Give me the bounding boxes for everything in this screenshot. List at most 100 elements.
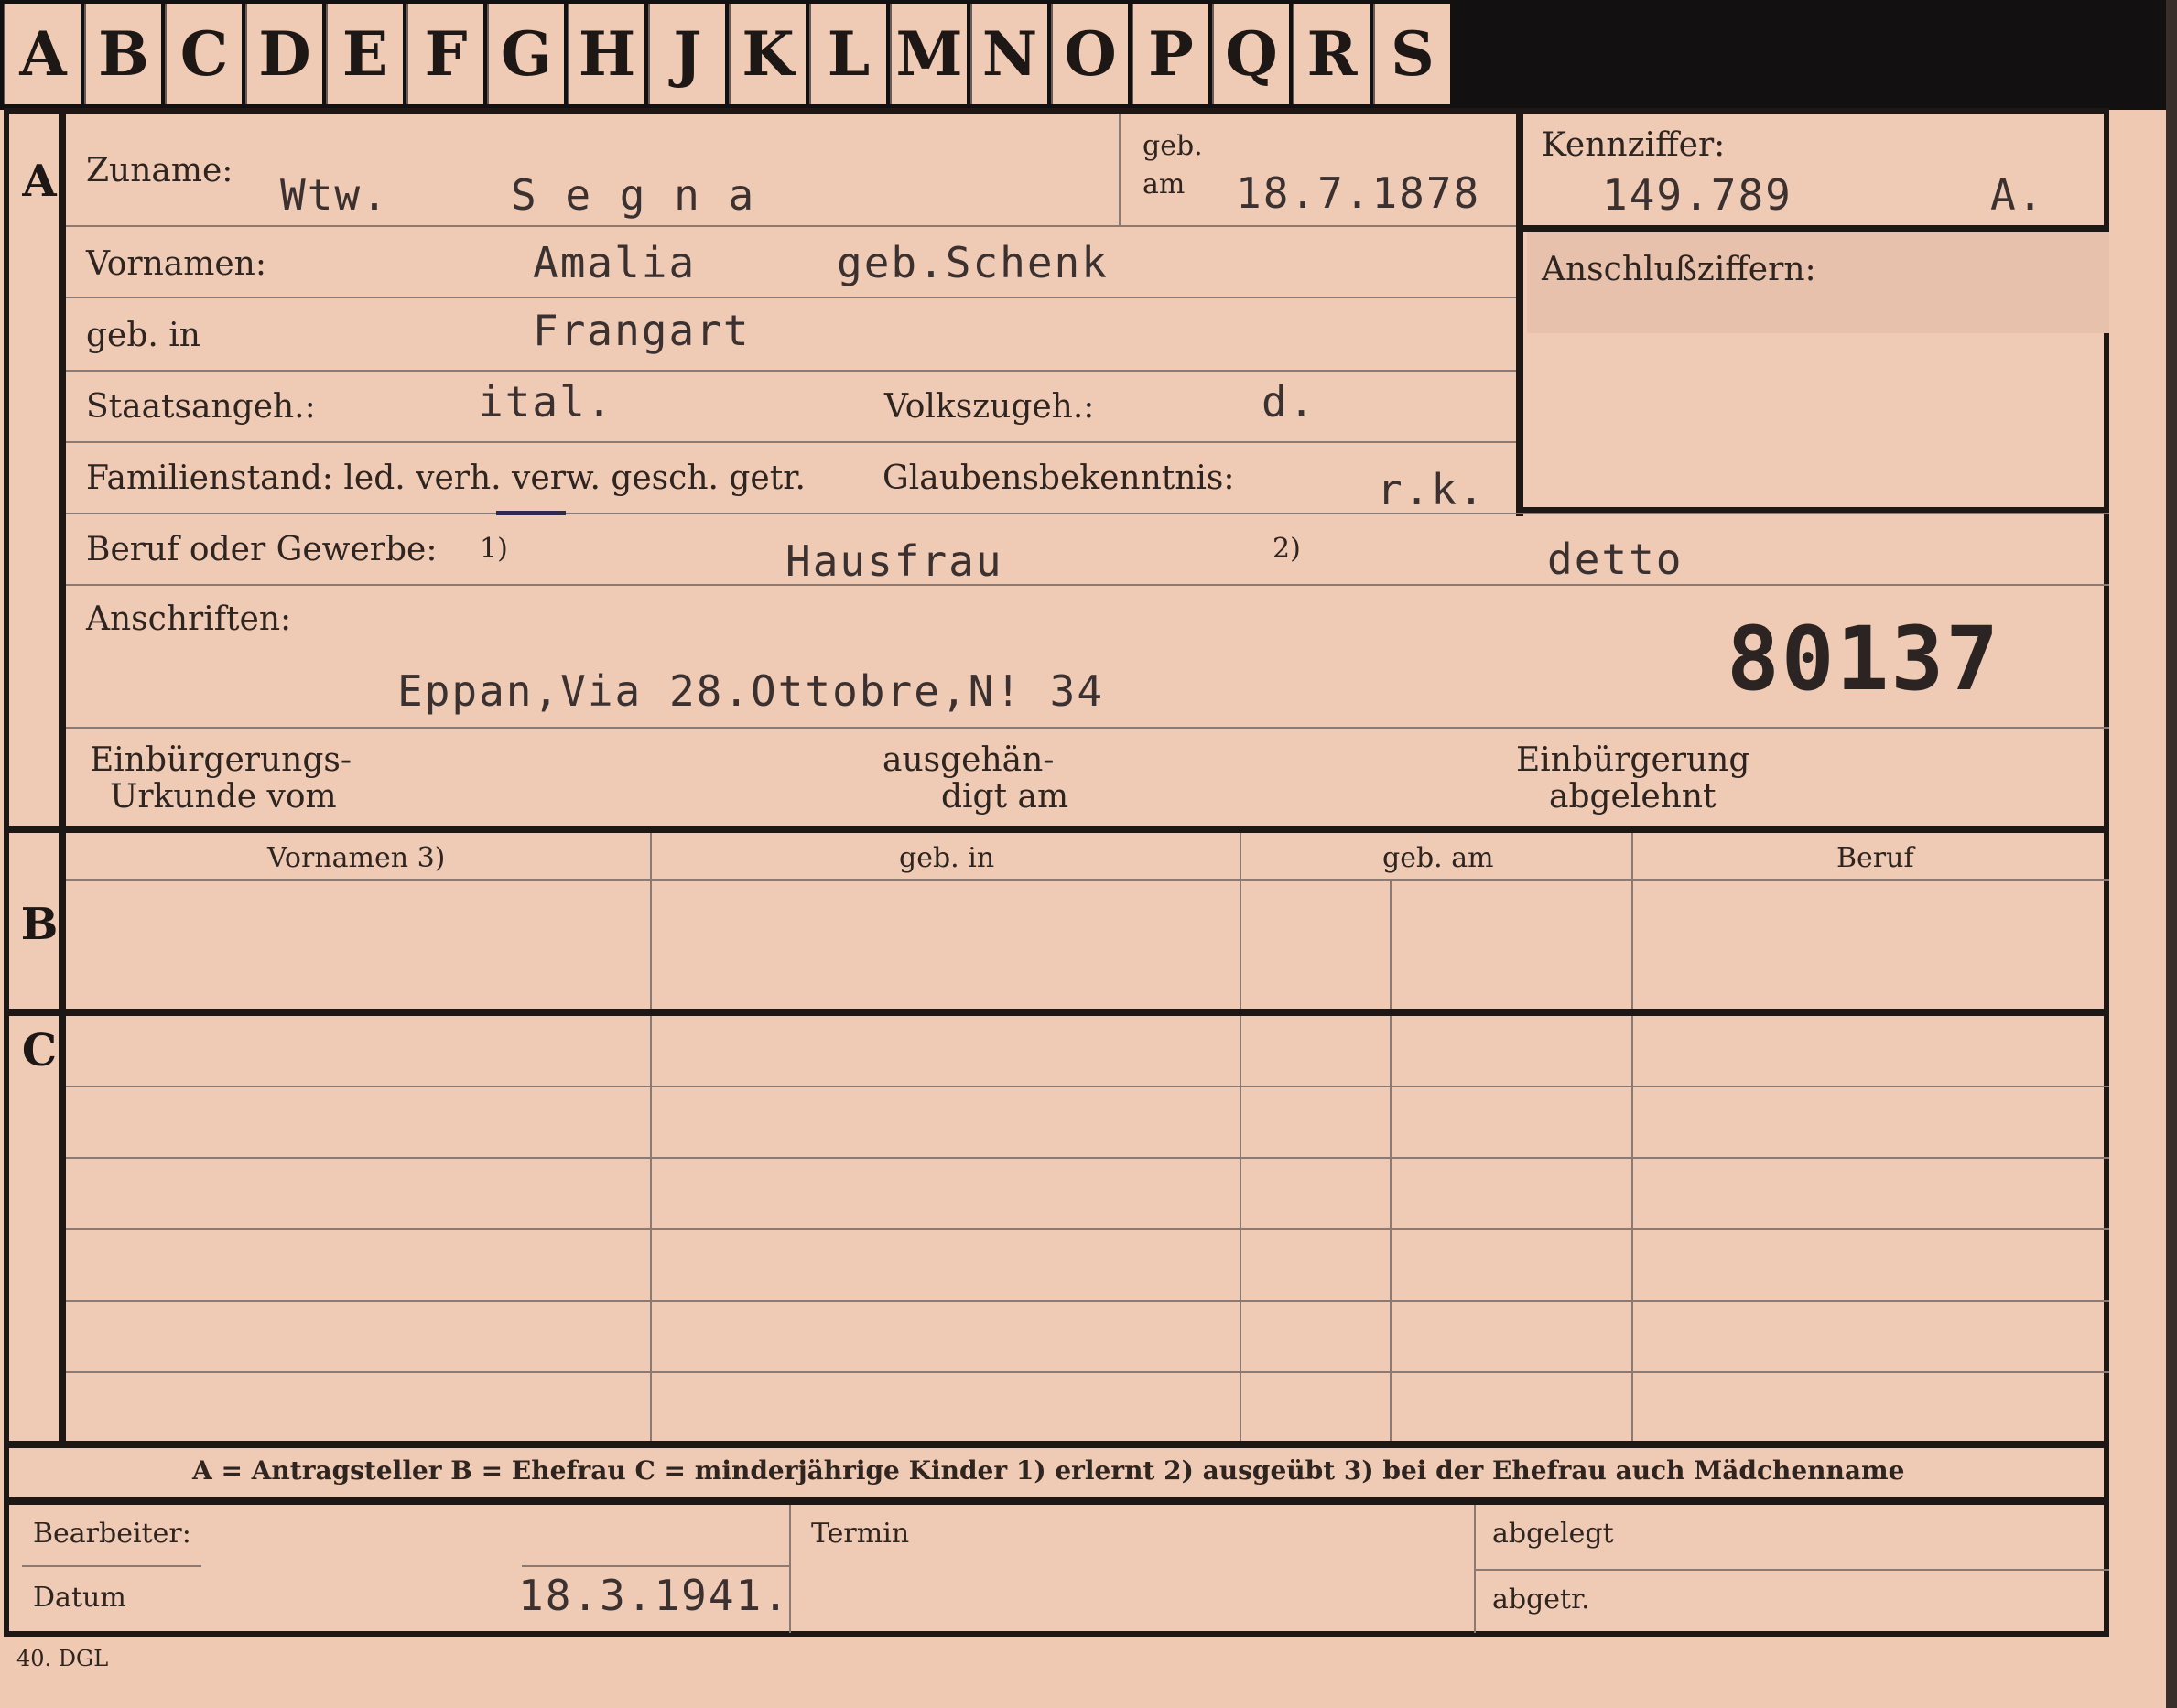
kennziffer-value: 149.789 xyxy=(1602,170,1793,220)
table-header-geb-am: geb. am xyxy=(1382,842,1494,874)
table-row-line xyxy=(66,1228,2109,1230)
einbuergerung-abgelehnt-label: Einbürgerung xyxy=(1516,741,1750,779)
staatsangeh-label: Staatsangeh.: xyxy=(86,388,316,426)
am-label: am xyxy=(1143,168,1186,200)
beruf-erlernt-value: Hausfrau xyxy=(785,536,1003,586)
einbuergerung-urkunde-label: Einbürgerungs- xyxy=(90,741,352,779)
zuname-label: Zuname: xyxy=(86,152,233,189)
registration-card: A Zuname: Wtw. S e g n a geb. am 18.7.18… xyxy=(4,108,2109,1637)
geb-in-label: geb. in xyxy=(86,317,200,354)
termin-label: Termin xyxy=(811,1518,910,1550)
tab-letter: M xyxy=(890,4,967,104)
table-column-divider xyxy=(1390,879,1392,1441)
table-column-divider xyxy=(1240,833,1241,1441)
section-letter-b: B xyxy=(20,899,59,950)
table-row-line xyxy=(66,1157,2109,1159)
familienstand-underline xyxy=(496,511,566,515)
datum-label: Datum xyxy=(33,1582,126,1614)
footer-divider xyxy=(9,1497,2109,1505)
section-divider xyxy=(9,826,2109,833)
geb-divider xyxy=(1119,114,1121,225)
volkszugeh-value: d. xyxy=(1262,377,1316,427)
geburtsname-value: geb.Schenk xyxy=(837,238,1109,287)
table-header-vornamen: Vornamen 3) xyxy=(267,842,446,874)
geb-am-value: 18.7.1878 xyxy=(1236,168,1481,218)
tab-letter: H xyxy=(568,4,644,104)
tab-letter: S xyxy=(1373,4,1450,104)
tab-letter: N xyxy=(970,4,1047,104)
kennziffer-box-border xyxy=(1516,114,1523,516)
table-row-line xyxy=(66,1371,2109,1373)
staatsangeh-value: ital. xyxy=(478,377,614,427)
table-header-geb-in: geb. in xyxy=(899,842,995,874)
kennziffer-label: Kennziffer: xyxy=(1542,126,1726,164)
section-column-divider xyxy=(59,114,66,1441)
table-header-line xyxy=(66,879,2109,881)
tab-letter: J xyxy=(648,4,725,104)
tab-letter: O xyxy=(1051,4,1128,104)
beruf-label: Beruf oder Gewerbe: xyxy=(86,531,438,568)
row-line xyxy=(66,297,1516,298)
table-row-line xyxy=(66,1300,2109,1302)
beruf-ausgeuebt-value: detto xyxy=(1547,535,1684,584)
datum-value: 18.3.1941. xyxy=(518,1571,790,1620)
einbuergerung-urkunde-label-2: Urkunde vom xyxy=(110,778,337,816)
right-edge-band xyxy=(2166,0,2177,1708)
form-code: 40. DGL xyxy=(16,1646,109,1671)
geb-label: geb. xyxy=(1143,130,1203,162)
tab-letter: C xyxy=(165,4,242,104)
zuname-value: S e g n a xyxy=(511,170,756,220)
abgelegt-label: abgelegt xyxy=(1492,1518,1614,1550)
footer-row-line xyxy=(522,1565,789,1567)
tab-letter: B xyxy=(84,4,161,104)
footer-row-line xyxy=(1474,1569,2109,1571)
tab-letter: K xyxy=(729,4,806,104)
table-header-beruf: Beruf xyxy=(1836,842,1914,874)
footer-row-line xyxy=(22,1565,201,1567)
volkszugeh-label: Volkszugeh.: xyxy=(884,388,1095,426)
tab-letter: P xyxy=(1132,4,1208,104)
row-line xyxy=(66,584,2109,586)
abgetr-label: abgetr. xyxy=(1492,1584,1590,1616)
legend-text: A = Antragsteller B = Ehefrau C = minder… xyxy=(192,1455,1905,1486)
tab-letter: D xyxy=(245,4,322,104)
stamp-number: 80137 xyxy=(1727,608,2000,710)
glaubensbekenntnis-value: r.k. xyxy=(1377,465,1486,514)
einbuergerung-abgelehnt-label-2: abgelehnt xyxy=(1549,778,1717,816)
familienstand-label: Familienstand: led. verh. verw. gesch. g… xyxy=(86,459,806,497)
table-column-divider xyxy=(1631,833,1633,1441)
tab-letter: F xyxy=(406,4,483,104)
bearbeiter-label: Bearbeiter: xyxy=(33,1518,191,1550)
kennziffer-box-border xyxy=(1516,225,2109,232)
vornamen-value: Amalia xyxy=(533,238,697,287)
section-divider xyxy=(9,1441,2109,1448)
ausgehaendigt-label-2: digt am xyxy=(941,778,1069,816)
footnote-1-marker: 1) xyxy=(480,533,508,565)
anschlussziffern-label: Anschlußziffern: xyxy=(1542,251,1816,288)
ausgehaendigt-label: ausgehän- xyxy=(883,741,1055,779)
row-line xyxy=(66,225,1516,227)
geb-in-value: Frangart xyxy=(533,306,751,355)
tab-letter: R xyxy=(1293,4,1370,104)
table-column-divider xyxy=(650,833,652,1441)
kennziffer-suffix: A. xyxy=(1990,170,2045,220)
alphabet-tab-row: A B C D E F G H J K L M N O P Q R S xyxy=(4,4,1454,104)
row-line xyxy=(66,370,1516,372)
tab-letter: L xyxy=(809,4,886,104)
footnote-2-marker: 2) xyxy=(1273,533,1301,565)
section-divider xyxy=(9,1009,2109,1016)
anschrift-value: Eppan,Via 28.Ottobre,N! 34 xyxy=(397,666,1105,716)
tab-letter: G xyxy=(487,4,564,104)
row-line xyxy=(66,441,1516,443)
glaubensbekenntnis-label: Glaubensbekenntnis: xyxy=(883,459,1235,497)
vornamen-label: Vornamen: xyxy=(86,245,266,283)
tab-letter: A xyxy=(4,4,81,104)
table-row-line xyxy=(66,1086,2109,1087)
row-line xyxy=(66,727,2109,729)
zuname-prefix-value: Wtw. xyxy=(280,170,389,220)
anschriften-label: Anschriften: xyxy=(86,600,292,638)
tab-letter: E xyxy=(326,4,403,104)
section-letter-c: C xyxy=(21,1025,58,1076)
tab-letter: Q xyxy=(1212,4,1289,104)
section-letter-a: A xyxy=(22,156,57,207)
